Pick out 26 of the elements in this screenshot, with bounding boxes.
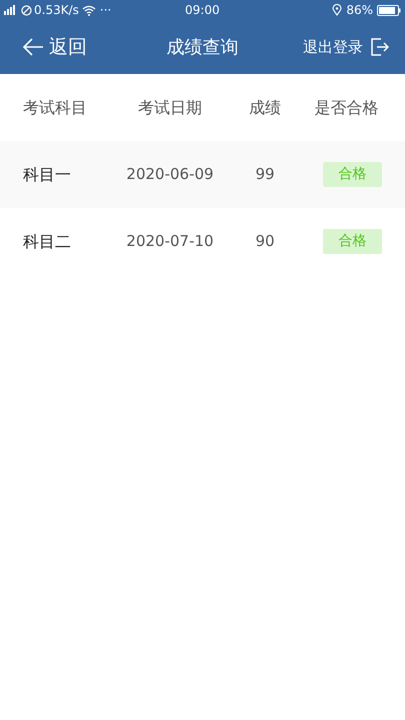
more-indicator: ···	[100, 2, 112, 19]
column-header: 是否合格	[314, 96, 380, 118]
back-button[interactable]: 返回	[22, 32, 87, 62]
table-cell-text: 2020-07-10	[125, 231, 215, 252]
wifi-icon	[82, 4, 96, 16]
signal-icon	[4, 5, 18, 15]
status-time: 09:00	[185, 2, 220, 19]
blocked-icon	[21, 4, 32, 16]
page-title: 成绩查询	[166, 36, 240, 60]
column-header: 考试日期	[137, 96, 203, 118]
table-cell-text: 99	[254, 164, 276, 186]
status-badge: 合格	[323, 229, 382, 254]
column-header: 成绩	[248, 96, 282, 118]
table-cell-text: 科目二	[22, 230, 72, 252]
logout-icon	[371, 38, 389, 56]
battery-icon	[377, 4, 401, 16]
table-cell-text: 90	[254, 231, 276, 252]
column-header: 考试科目	[22, 96, 88, 118]
table-cell-text: 2020-06-09	[125, 164, 215, 186]
logout-button[interactable]: 退出登录	[303, 36, 389, 58]
network-speed: 0.53K/s	[34, 2, 79, 19]
back-arrow-icon	[22, 38, 44, 56]
status-badge: 合格	[323, 162, 382, 187]
table-cell-text: 科目一	[22, 164, 72, 186]
battery-percent: 86%	[346, 2, 373, 19]
location-icon	[332, 4, 342, 16]
